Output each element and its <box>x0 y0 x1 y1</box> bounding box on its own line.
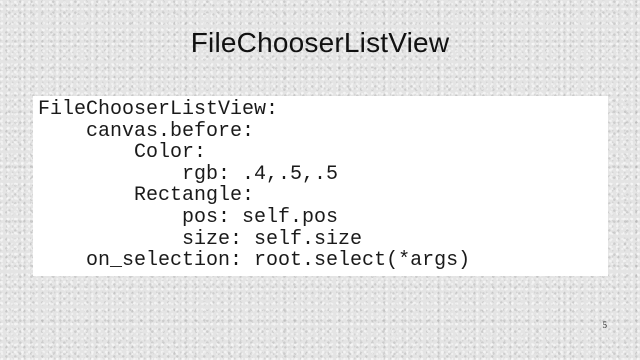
code-line-3: Color: <box>38 142 608 164</box>
code-text: on_selection: root.select(*args) <box>86 249 471 273</box>
code-text: rgb: .4,.5,.5 <box>182 162 339 186</box>
code-line-6: pos: self.pos <box>38 207 608 229</box>
code-block: FileChooserListView: canvas.before: Colo… <box>33 96 608 276</box>
code-line-8: on_selection: root.select(*args) <box>38 250 608 272</box>
code-text: Color: <box>134 141 207 165</box>
code-line-2: canvas.before: <box>38 119 608 143</box>
slide-title: FileChooserListView <box>190 27 450 58</box>
slide-number: 5 <box>602 320 608 330</box>
code-line-4: rgb: .4,.5,.5 <box>38 162 608 186</box>
code-text: canvas.before: <box>86 119 255 143</box>
code-text: FileChooserListView: <box>38 98 279 121</box>
code-line-5: Rectangle: <box>38 185 608 207</box>
code-text: size: self.size <box>182 227 363 251</box>
code-line-7: size: self.size <box>38 227 608 251</box>
code-text: Rectangle: <box>134 184 255 208</box>
code-text: pos: self.pos <box>182 205 339 229</box>
code-line-1: FileChooserListView: <box>38 99 608 121</box>
